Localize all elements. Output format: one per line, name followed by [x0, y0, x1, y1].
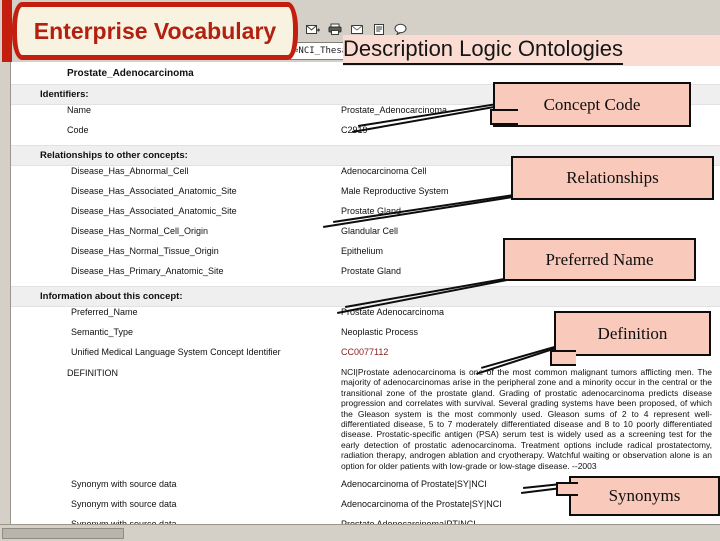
callout-concept-code: Concept Code — [493, 82, 691, 127]
row-label: Synonym with source data — [71, 479, 177, 490]
row-label: Disease_Has_Associated_Anatomic_Site — [71, 206, 237, 216]
banner-title: Enterprise Vocabulary — [33, 17, 277, 44]
print-icon[interactable] — [325, 20, 345, 38]
definition-row: DEFINITION NCI|Prostate adenocarcinoma i… — [11, 367, 720, 471]
callout-notch-concept-code — [490, 109, 518, 125]
callout-definition: Definition — [554, 311, 711, 356]
row-label: DEFINITION — [67, 368, 118, 378]
row-label: Name — [67, 105, 92, 115]
row-label: Semantic_Type — [71, 327, 134, 337]
row-label: Synonym with source data — [71, 499, 177, 510]
row-label: Code — [67, 125, 89, 135]
callout-preferred-name: Preferred Name — [503, 238, 696, 281]
callout-label: Definition — [597, 323, 668, 343]
row-label: Synonym with source data — [11, 519, 341, 524]
status-progress — [2, 528, 124, 539]
banner-left-edge — [2, 0, 12, 62]
definition-text: NCI|Prostate adenocarcinoma is one of th… — [341, 367, 712, 471]
row-label: Disease_Has_Abnormal_Cell — [71, 166, 189, 176]
row-value: Glandular Cell — [341, 226, 399, 236]
callout-label: Synonyms — [608, 486, 681, 505]
callout-label: Concept Code — [543, 94, 641, 114]
callout-synonyms: Synonyms — [569, 476, 720, 516]
slide-heading: Description Logic Ontologies — [343, 35, 720, 66]
table-row: Synonym with source data Prostate Adenoc… — [11, 519, 720, 524]
row-label: Preferred_Name — [71, 307, 138, 317]
row-label: Disease_Has_Primary_Anatomic_Site — [71, 266, 224, 276]
callout-relationships: Relationships — [511, 156, 714, 200]
callout-notch-synonyms — [556, 482, 578, 496]
row-label: Disease_Has_Associated_Anatomic_Site — [71, 186, 237, 196]
row-value: Prostate Adenocarcinoma|PT|NCI — [341, 519, 720, 524]
slide-heading-text: Description Logic Ontologies — [343, 36, 624, 65]
row-label: Disease_Has_Normal_Cell_Origin — [71, 226, 209, 236]
row-label: Disease_Has_Normal_Tissue_Origin — [71, 246, 219, 256]
callout-label: Relationships — [566, 168, 659, 187]
callout-notch-definition — [550, 350, 576, 366]
enterprise-vocabulary-banner: Enterprise Vocabulary — [12, 2, 298, 60]
callout-label: Preferred Name — [545, 249, 654, 269]
window-left-frame — [0, 0, 11, 532]
mail-icon[interactable] — [303, 20, 323, 38]
row-label: Unified Medical Language System Concept … — [71, 347, 281, 357]
concept-details-page: Prostate_Adenocarcinoma Identifiers: Nam… — [11, 62, 720, 524]
